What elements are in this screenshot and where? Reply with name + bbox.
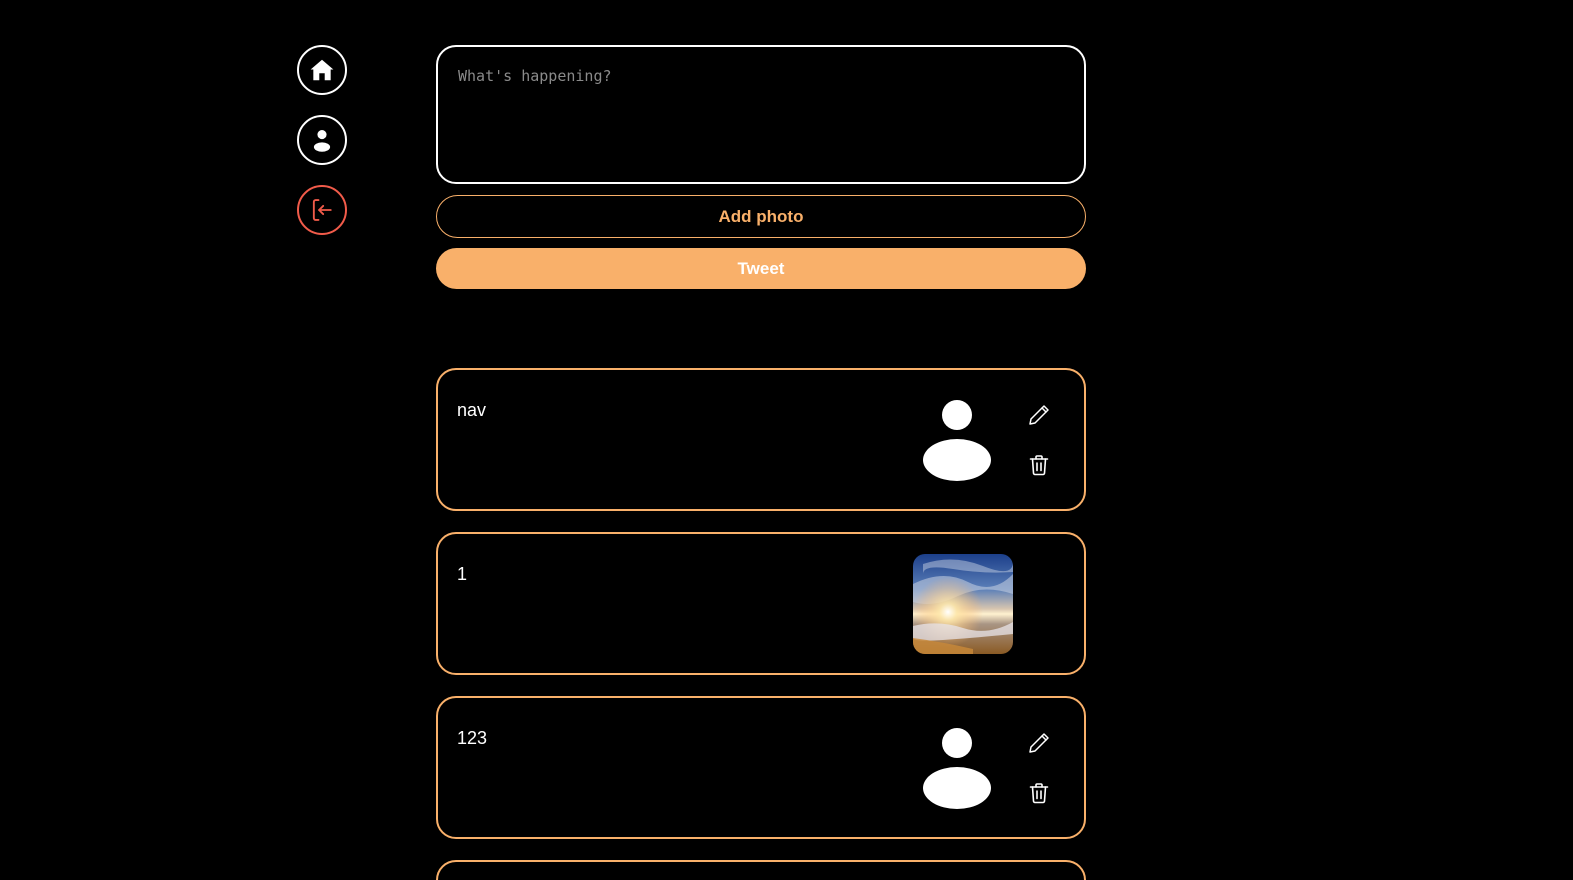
- tweet-text: 123: [457, 728, 488, 748]
- tweet-text: 1: [457, 564, 468, 584]
- add-photo-button[interactable]: Add photo: [436, 195, 1086, 238]
- home-icon: [310, 59, 334, 81]
- avatar-icon: [923, 728, 991, 809]
- nav-home-button[interactable]: [297, 45, 347, 95]
- logout-icon: [312, 199, 332, 221]
- tweet-card: 123: [436, 696, 1086, 839]
- tweet-card: 1: [436, 532, 1086, 675]
- user-icon: [313, 130, 331, 152]
- tweet-submit-button[interactable]: Tweet: [436, 248, 1086, 289]
- edit-tweet-button[interactable]: [1026, 730, 1052, 756]
- tweet-photo[interactable]: [913, 554, 1013, 654]
- tweet-card: nav: [436, 368, 1086, 511]
- nav-profile-button[interactable]: [297, 115, 347, 165]
- tweet-input[interactable]: [436, 45, 1086, 184]
- tweet-card: [436, 860, 1086, 880]
- edit-tweet-button[interactable]: [1026, 402, 1052, 428]
- tweet-actions: [1026, 402, 1052, 478]
- tweet-actions: [1026, 730, 1052, 806]
- sidebar-nav: [297, 45, 347, 235]
- pencil-icon: [1029, 733, 1049, 753]
- tweet-timeline: nav 1 123: [436, 368, 1086, 880]
- compose-form: Add photo Tweet: [436, 45, 1086, 289]
- app-page: Add photo Tweet nav: [0, 0, 1573, 880]
- delete-tweet-button[interactable]: [1026, 780, 1052, 806]
- tweet-text: nav: [457, 400, 487, 420]
- delete-tweet-button[interactable]: [1026, 452, 1052, 478]
- avatar-icon: [923, 400, 991, 481]
- trash-icon: [1029, 783, 1049, 804]
- pencil-icon: [1029, 405, 1049, 425]
- nav-logout-button[interactable]: [297, 185, 347, 235]
- trash-icon: [1029, 455, 1049, 476]
